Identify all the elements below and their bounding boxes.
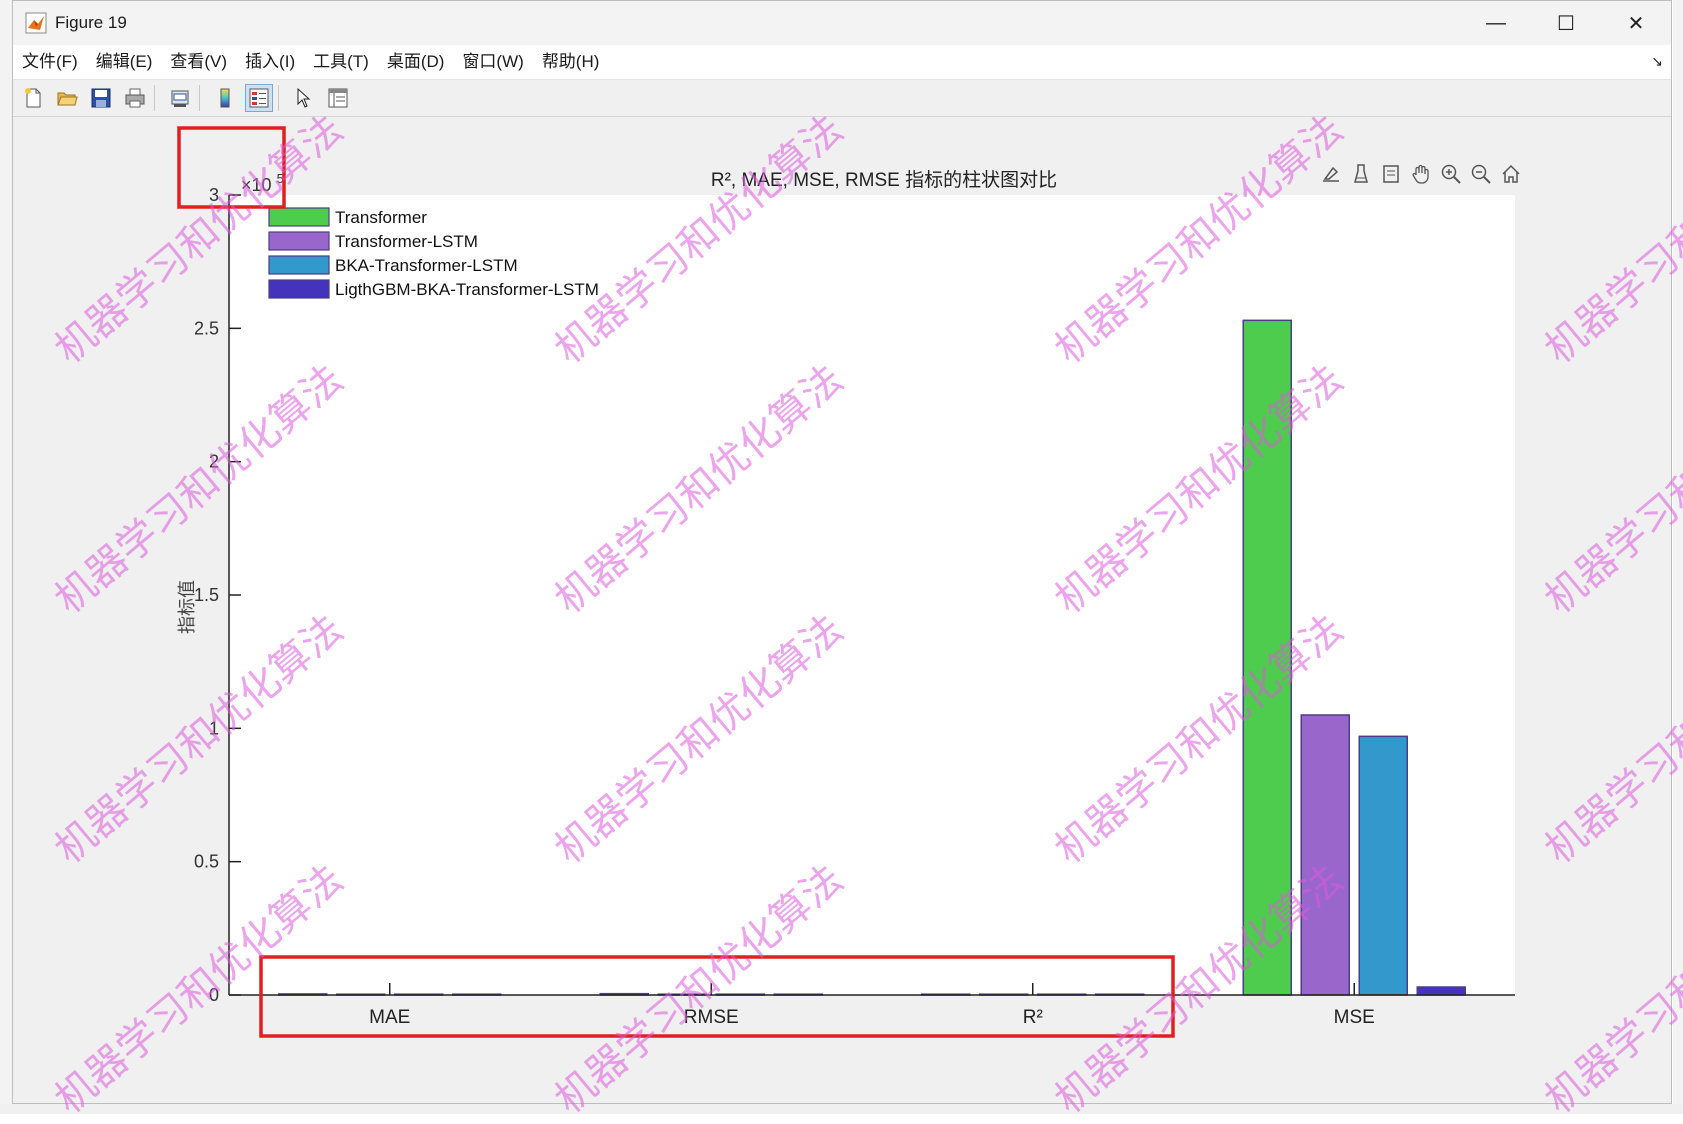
bar-ligthgbm-bka-transformer-lstm-3 [1416, 986, 1466, 996]
exponent-base: ×10 [241, 175, 272, 195]
toolbar-separator [278, 85, 279, 111]
minimize-button[interactable]: — [1461, 1, 1531, 45]
y-axis-label: 指标值 [177, 580, 198, 634]
bar-chart: 00.511.522.53MAE RMSE R² MSE R², MAE, MSE, … [177, 126, 1515, 1038]
zoom-in-icon[interactable] [1438, 161, 1464, 187]
menu-insert[interactable]: 插入(I) [236, 45, 304, 79]
legend-swatch [268, 207, 330, 227]
colorbar-icon[interactable] [211, 84, 239, 112]
chart-title: R², MAE, MSE, RMSE 指标的柱状图对比 [711, 169, 1057, 191]
x-tick-label: RMSE [684, 1007, 739, 1028]
axes-toolbar [1318, 161, 1524, 187]
data-tips-icon[interactable] [1348, 161, 1374, 187]
title-bar: Figure 19 — ☐ ✕ [13, 1, 1671, 45]
restore-icon[interactable] [1378, 161, 1404, 187]
figure-area: 0 0.5 1 1.5 2 2.5 3 MAE RMSE R² MSE R², MAE, MSE, … [13, 117, 1671, 1103]
legend-swatch [268, 279, 330, 299]
legend-label: BKA-Transformer-LSTM [335, 256, 518, 275]
menu-window[interactable]: 窗口(W) [453, 45, 532, 79]
print-icon[interactable] [121, 84, 149, 112]
menu-help[interactable]: 帮助(H) [533, 45, 609, 79]
legend-icon[interactable] [245, 84, 273, 112]
close-button[interactable]: ✕ [1601, 1, 1671, 45]
legend-swatch [268, 231, 330, 251]
bar-transformer-3 [1242, 319, 1292, 996]
x-tick-label: R² [1023, 1007, 1043, 1028]
window-title: Figure 19 [55, 13, 127, 32]
matlab-icon [25, 12, 47, 34]
y-tick-label: 1 [209, 718, 219, 738]
y-tick-label: 0.5 [194, 852, 219, 872]
property-inspector-icon[interactable] [324, 84, 352, 112]
zoom-out-icon[interactable] [1468, 161, 1494, 187]
toolbar-separator [199, 85, 200, 111]
legend-swatch [268, 255, 330, 275]
background-strip-right [1673, 0, 1683, 1114]
figure-window: Figure 19 — ☐ ✕ 文件(F) 编辑(E) 查看(V) 插入(I) … [12, 0, 1672, 1104]
background-strip-bottom [0, 1104, 1683, 1114]
bar-bka-transformer-lstm-3 [1358, 735, 1408, 996]
menu-edit[interactable]: 编辑(E) [87, 45, 162, 79]
menu-file[interactable]: 文件(F) [13, 45, 87, 79]
figure-toolbar [13, 80, 1671, 117]
menu-bar: 文件(F) 编辑(E) 查看(V) 插入(I) 工具(T) 桌面(D) 窗口(W… [13, 45, 1671, 80]
maximize-button[interactable]: ☐ [1531, 1, 1601, 45]
bar-transformer-lstm-3 [1300, 714, 1350, 996]
new-figure-icon[interactable] [19, 84, 47, 112]
x-tick-label: MSE [1334, 1007, 1375, 1028]
y-tick-label: 3 [209, 185, 219, 205]
y-tick-label: 2 [209, 452, 219, 472]
open-icon[interactable] [53, 84, 81, 112]
legend-label: Transformer [335, 208, 427, 227]
dock-arrow-icon[interactable]: ↘ [1651, 53, 1663, 70]
menu-desktop[interactable]: 桌面(D) [378, 45, 454, 79]
pan-icon[interactable] [1408, 161, 1434, 187]
link-plot-icon[interactable] [166, 84, 194, 112]
edit-plot-icon[interactable] [290, 84, 318, 112]
legend-label: Transformer-LSTM [335, 232, 478, 251]
menu-tools[interactable]: 工具(T) [304, 45, 378, 79]
y-tick-label: 2.5 [194, 318, 219, 338]
y-axis-exponent: ×10 5 [241, 171, 284, 195]
window-controls: — ☐ ✕ [1461, 1, 1671, 45]
toolbar-separator [154, 85, 155, 111]
x-tick-label: MAE [369, 1007, 410, 1028]
menu-view[interactable]: 查看(V) [161, 45, 236, 79]
home-icon[interactable] [1498, 161, 1524, 187]
save-icon[interactable] [87, 84, 115, 112]
legend-label: LigthGBM-BKA-Transformer-LSTM [335, 280, 599, 299]
brush-icon[interactable] [1318, 161, 1344, 187]
y-tick-label: 0 [209, 985, 219, 1005]
